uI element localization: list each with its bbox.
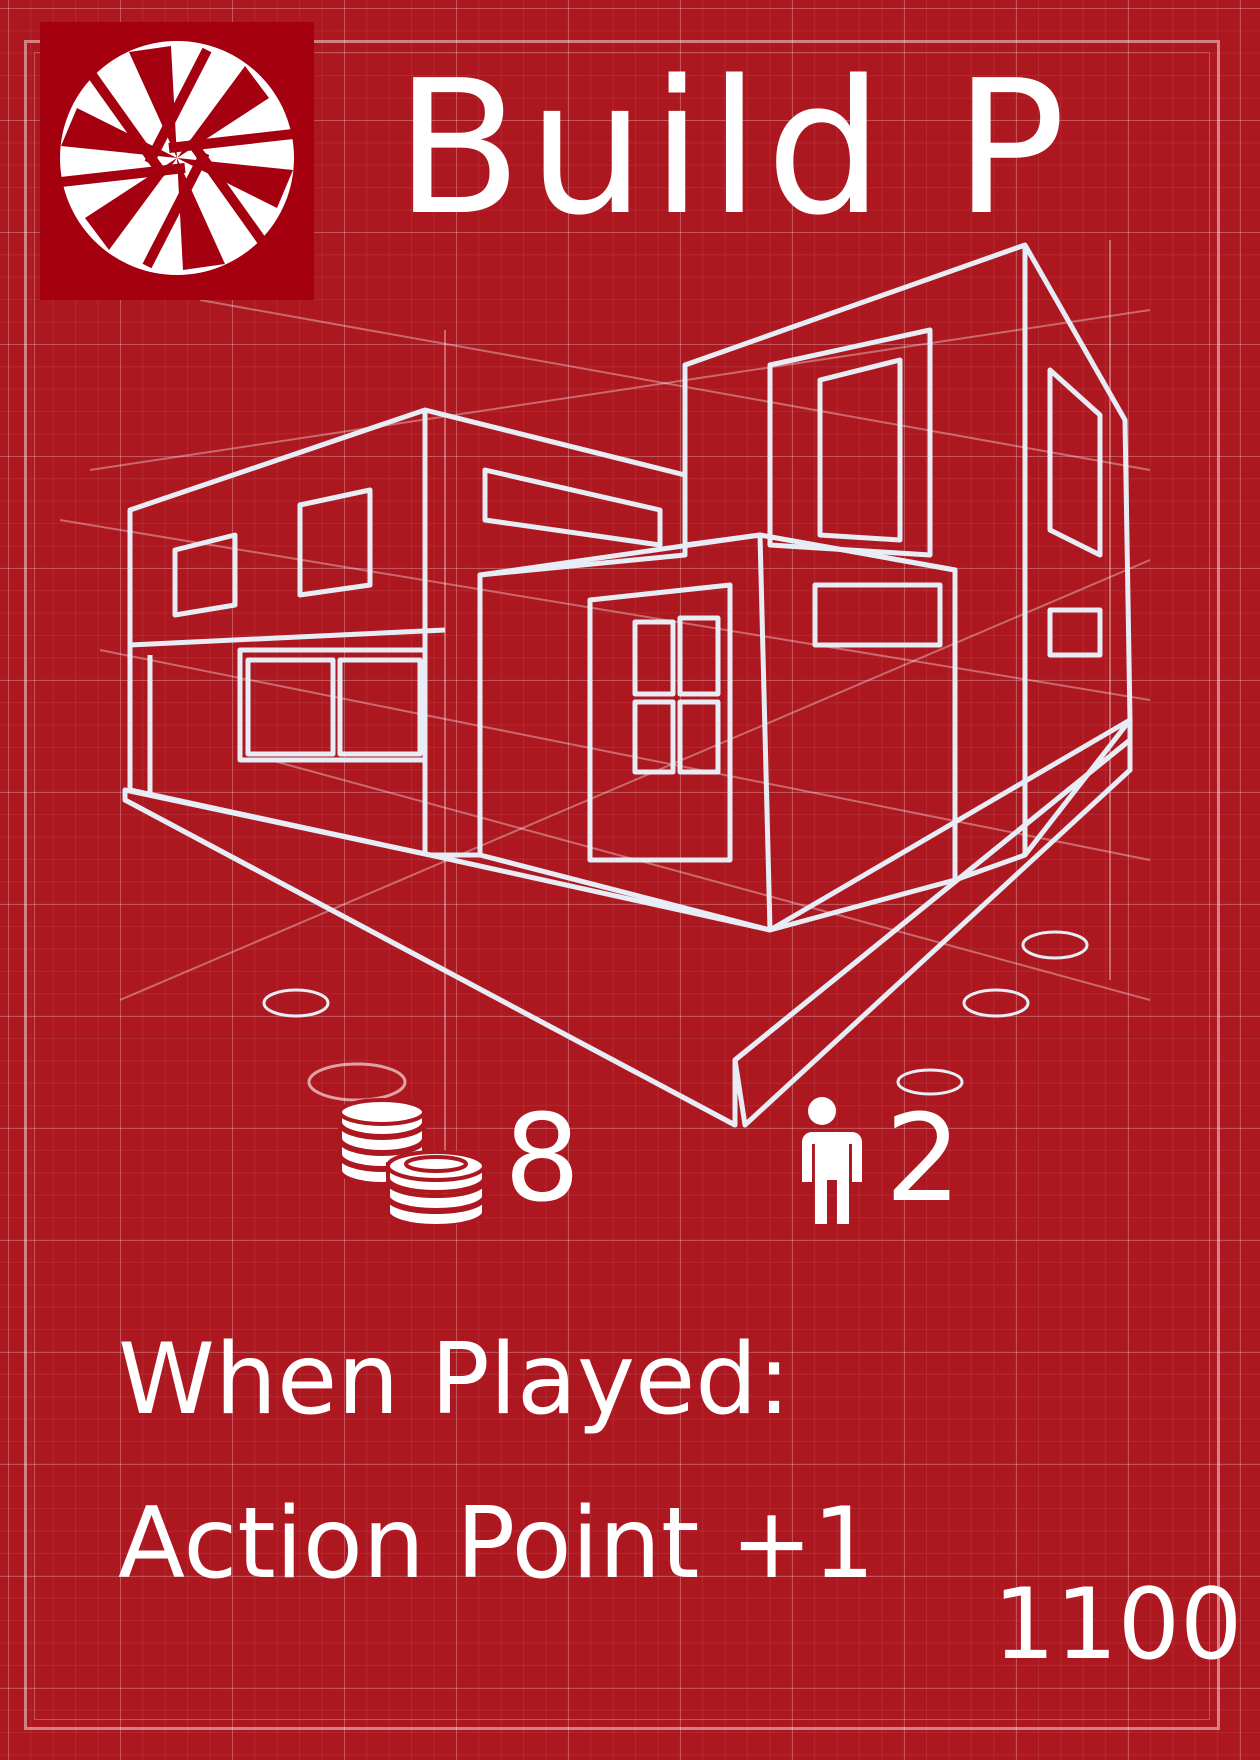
coin-stack-icon	[338, 1098, 486, 1224]
camera-aperture-icon	[60, 41, 294, 275]
person-icon	[792, 1097, 862, 1224]
effect-text: Action Point +1	[118, 1487, 876, 1601]
workers-value: 2	[885, 1090, 962, 1229]
card: Build P 8 2 When Played: Action Point +1…	[0, 0, 1260, 1760]
card-title: Build P	[395, 40, 1072, 256]
logo-badge	[40, 22, 314, 300]
cost-value: 8	[504, 1090, 581, 1229]
card-code: 1100	[993, 1568, 1243, 1682]
effect-trigger: When Played:	[118, 1323, 791, 1437]
